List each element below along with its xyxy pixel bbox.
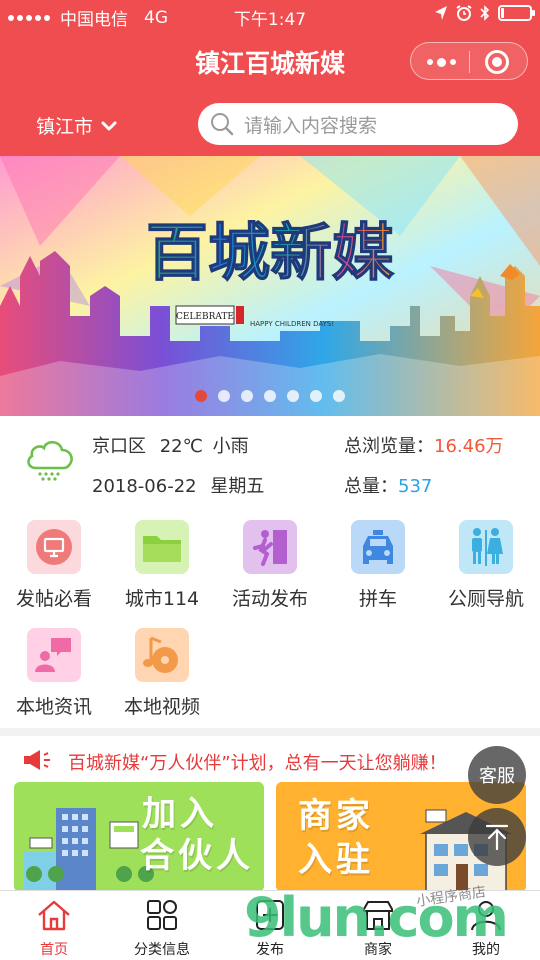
arrow-up-icon xyxy=(485,824,509,851)
carousel-dot[interactable] xyxy=(218,390,230,402)
category-label: 城市114 xyxy=(124,588,200,610)
category-local-news[interactable]: 本地资讯 xyxy=(0,618,108,719)
weather-panel: 京口区 22℃ 小雨 2018-06-22 星期五 总浏览量：16.46万 总量… xyxy=(0,416,540,510)
tab-label: 分类信息 xyxy=(134,942,190,958)
megaphone-icon xyxy=(24,750,50,770)
more-options-icon[interactable] xyxy=(425,53,457,71)
temperature-label: 22℃ xyxy=(159,436,203,457)
date-label: 2018-06-22 xyxy=(92,476,197,497)
category-label: 本地资讯 xyxy=(15,696,92,718)
home-icon xyxy=(38,900,70,931)
alarm-icon xyxy=(456,5,472,21)
folder-icon xyxy=(135,520,189,574)
join-title-line1: 加入 xyxy=(142,794,218,834)
tab-bar: 首页 分类信息 发布 商家 我的 xyxy=(0,890,540,960)
rain-cloud-icon xyxy=(27,440,73,481)
carousel-dot[interactable] xyxy=(195,390,207,402)
date-line: 2018-06-22 星期五 xyxy=(92,472,264,498)
tab-label: 我的 xyxy=(472,942,500,958)
weather-summary: 京口区 22℃ 小雨 xyxy=(92,432,249,458)
status-bar: 中国电信 4G 下午1:47 xyxy=(0,0,540,30)
customer-service-button[interactable]: 客服 xyxy=(468,746,526,804)
tab-mine[interactable]: 我的 xyxy=(432,899,540,959)
carousel-dot[interactable] xyxy=(264,390,276,402)
total-count: 总量：537 xyxy=(344,472,432,498)
join-title-line2: 合伙人 xyxy=(140,836,254,876)
join-partner-card[interactable]: 加入 合伙人 xyxy=(14,782,264,892)
views-value: 16.46万 xyxy=(434,436,504,457)
chat-person-icon xyxy=(27,628,81,682)
chevron-down-icon xyxy=(101,121,117,130)
category-city-114[interactable]: 城市114 xyxy=(108,510,216,611)
district-label: 京口区 xyxy=(92,436,146,457)
mini-program-capsule xyxy=(410,42,528,80)
category-carpool[interactable]: 拼车 xyxy=(324,510,432,611)
carousel-dot[interactable] xyxy=(310,390,322,402)
close-program-icon[interactable] xyxy=(485,50,509,74)
search-input[interactable]: 请输入内容搜索 xyxy=(198,103,518,145)
tab-home[interactable]: 首页 xyxy=(0,899,108,959)
carousel-dot[interactable] xyxy=(333,390,345,402)
banner-carousel[interactable]: 百城新媒 CELEBRATE HAPPY CHILDREN DAYS! xyxy=(0,156,540,416)
navigation-bar: 镇江百城新媒 xyxy=(0,30,540,94)
city-label: 镇江市 xyxy=(36,116,94,138)
condition-label: 小雨 xyxy=(212,436,249,457)
capsule-divider xyxy=(469,51,470,73)
search-placeholder: 请输入内容搜索 xyxy=(244,114,378,137)
car-icon xyxy=(351,520,405,574)
notice-text: 百城新媒“万人伙伴”计划，总有一天让您躺赚！ xyxy=(68,753,447,774)
running-man-icon xyxy=(243,520,297,574)
promo-section: 加入 合伙人 商家 入驻 xyxy=(0,782,540,892)
banner-badge: CELEBRATE xyxy=(176,312,234,322)
merchant-title-line1: 商家 xyxy=(298,796,374,836)
tab-categories[interactable]: 分类信息 xyxy=(108,899,216,959)
city-selector[interactable]: 镇江市 xyxy=(36,112,117,139)
tab-label: 发布 xyxy=(256,942,284,958)
notice-bar[interactable]: 百城新媒“万人伙伴”计划，总有一天让您躺赚！ xyxy=(0,736,540,782)
tab-merchants[interactable]: 商家 xyxy=(324,899,432,959)
banner-title: 百城新媒 xyxy=(146,216,395,289)
category-label: 拼车 xyxy=(358,588,397,610)
search-icon xyxy=(211,113,234,136)
publish-icon xyxy=(256,900,284,930)
shop-icon xyxy=(363,901,393,930)
app-screen: 中国电信 4G 下午1:47 镇江百城新媒 镇江市 请输入内容搜索 百城新媒 C… xyxy=(0,0,540,960)
category-label: 发帖必看 xyxy=(15,588,92,610)
category-grid: 发帖必看 城市114 活动发布 拼车 公厕导航 本地资讯 本地视频 xyxy=(0,510,540,728)
merchant-title-line2: 入驻 xyxy=(298,840,374,880)
category-restroom-nav[interactable]: 公厕导航 xyxy=(432,510,540,611)
tab-publish[interactable]: 发布 xyxy=(216,899,324,959)
tab-label: 首页 xyxy=(40,942,68,958)
category-post-guide[interactable]: 发帖必看 xyxy=(0,510,108,611)
banner-image: 百城新媒 CELEBRATE HAPPY CHILDREN DAYS! xyxy=(0,156,540,416)
category-local-video[interactable]: 本地视频 xyxy=(108,618,216,719)
banner-caption: HAPPY CHILDREN DAYS! xyxy=(250,320,334,328)
weekday-label: 星期五 xyxy=(210,476,265,497)
category-label: 公厕导航 xyxy=(447,588,524,610)
back-to-top-button[interactable] xyxy=(468,808,526,866)
carousel-dot[interactable] xyxy=(241,390,253,402)
carousel-dot[interactable] xyxy=(287,390,299,402)
restroom-icon xyxy=(459,520,513,574)
status-right xyxy=(434,5,535,21)
category-label: 本地视频 xyxy=(123,696,200,718)
location-icon xyxy=(435,6,447,20)
total-label: 总量： xyxy=(344,476,398,497)
search-row: 镇江市 请输入内容搜索 xyxy=(0,94,540,156)
category-label: 活动发布 xyxy=(231,588,308,610)
music-disc-icon xyxy=(135,628,189,682)
bluetooth-icon xyxy=(480,5,490,21)
total-views: 总浏览量：16.46万 xyxy=(344,432,504,458)
total-value: 537 xyxy=(398,476,433,497)
carousel-indicators xyxy=(0,390,540,402)
user-icon xyxy=(471,901,501,931)
views-label: 总浏览量： xyxy=(344,436,434,457)
grid-icon xyxy=(147,900,177,930)
category-event-publish[interactable]: 活动发布 xyxy=(216,510,324,611)
tab-label: 商家 xyxy=(364,942,392,958)
monitor-icon xyxy=(27,520,81,574)
battery-icon xyxy=(498,5,535,21)
